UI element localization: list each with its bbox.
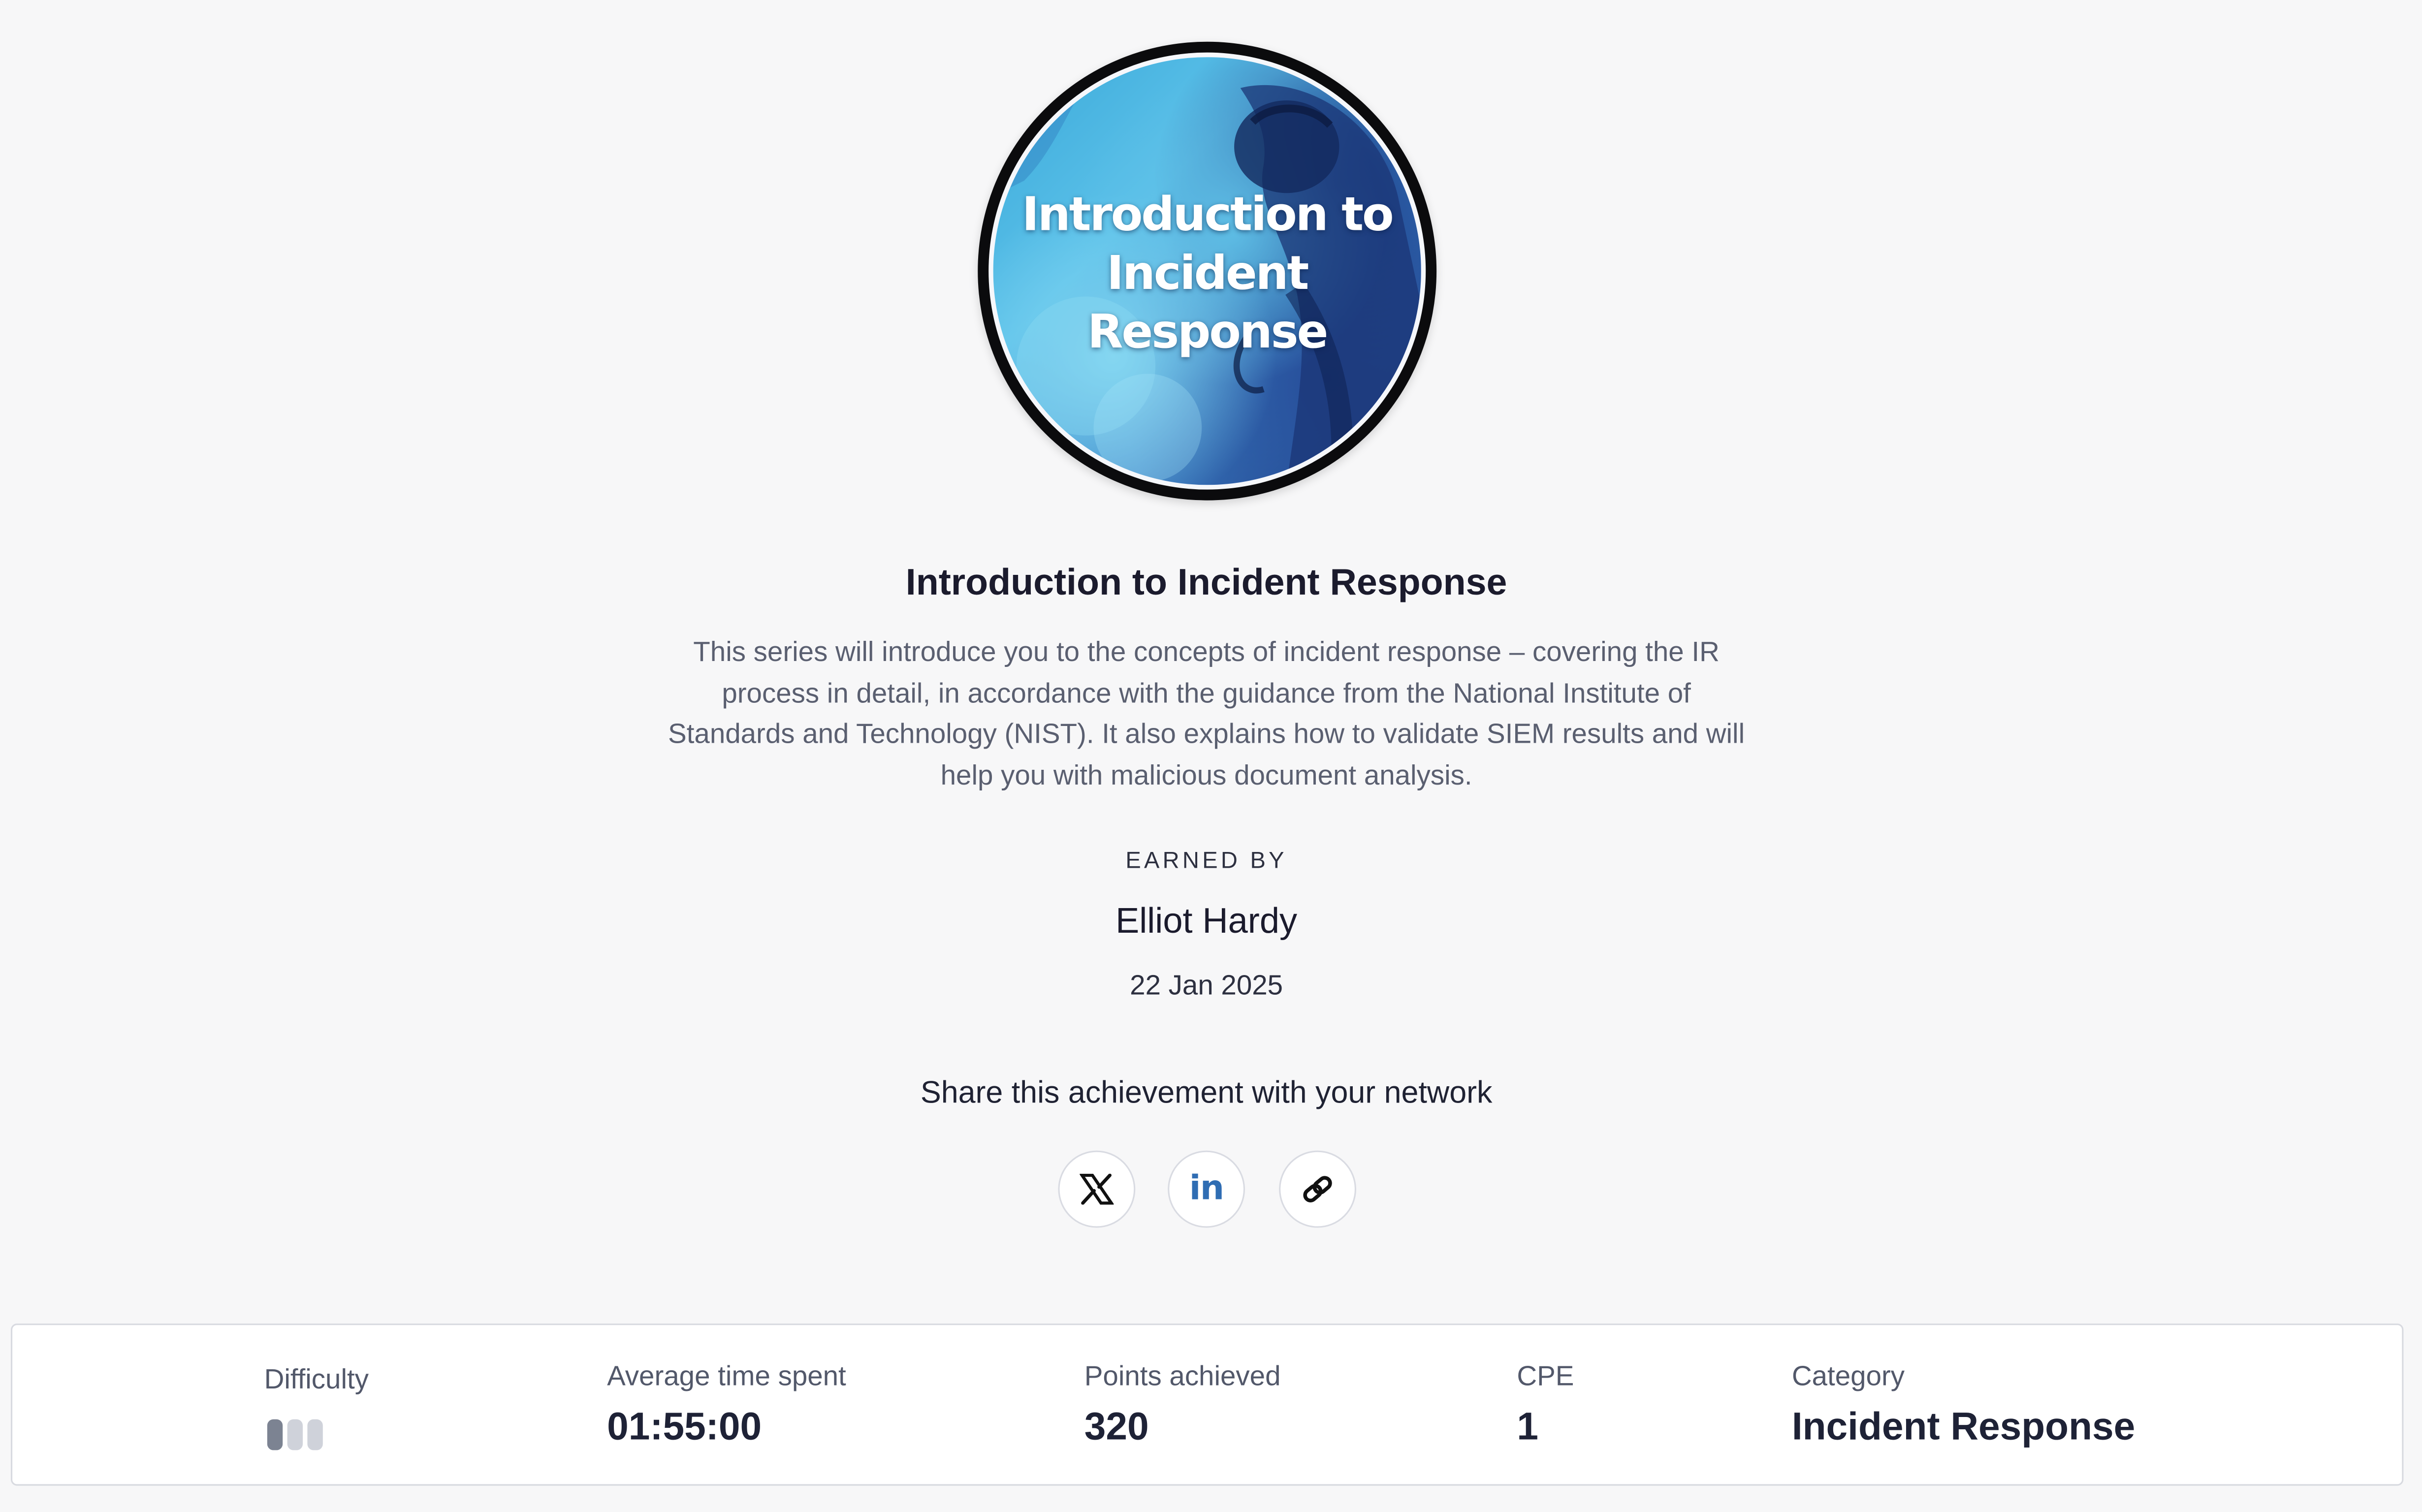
page: Introduction to Incident Response Introd… — [0, 0, 2422, 1512]
difficulty-bar — [287, 1419, 303, 1450]
share-linkedin-button[interactable]: in — [1168, 1150, 1245, 1228]
category-label: Category — [1791, 1360, 1905, 1392]
points-value: 320 — [1084, 1405, 1149, 1449]
earned-by-label: EARNED BY — [1125, 848, 1287, 874]
linkedin-icon: in — [1189, 1169, 1224, 1209]
difficulty-bar — [307, 1419, 323, 1450]
average-time-label: Average time spent — [607, 1360, 846, 1392]
difficulty-label: Difficulty — [264, 1363, 369, 1395]
badge-artwork: Introduction to Incident Response — [993, 57, 1421, 485]
x-icon — [1080, 1173, 1114, 1205]
earned-date: 22 Jan 2025 — [1130, 970, 1283, 1001]
difficulty-bar — [267, 1419, 283, 1450]
copy-link-button[interactable] — [1279, 1150, 1356, 1228]
earner-name: Elliot Hardy — [1115, 900, 1298, 941]
cpe-label: CPE — [1517, 1360, 1574, 1392]
achievement-title: Introduction to Incident Response — [905, 562, 1507, 604]
badge-title: Introduction to Incident Response — [1021, 188, 1394, 360]
stats-panel: Difficulty Average time spent 01:55:00 P… — [10, 1323, 2404, 1486]
category-value: Incident Response — [1791, 1405, 2135, 1449]
share-x-button[interactable] — [1058, 1150, 1136, 1228]
link-icon — [1303, 1176, 1332, 1202]
points-label: Points achieved — [1084, 1360, 1281, 1392]
average-time-value: 01:55:00 — [607, 1405, 762, 1449]
cpe-value: 1 — [1517, 1405, 1538, 1449]
badge-image: Introduction to Incident Response — [978, 41, 1437, 501]
share-heading: Share this achievement with your network — [920, 1076, 1493, 1111]
achievement-description: This series will introduce you to the co… — [668, 636, 1745, 791]
badge-ring: Introduction to Incident Response — [988, 52, 1426, 490]
